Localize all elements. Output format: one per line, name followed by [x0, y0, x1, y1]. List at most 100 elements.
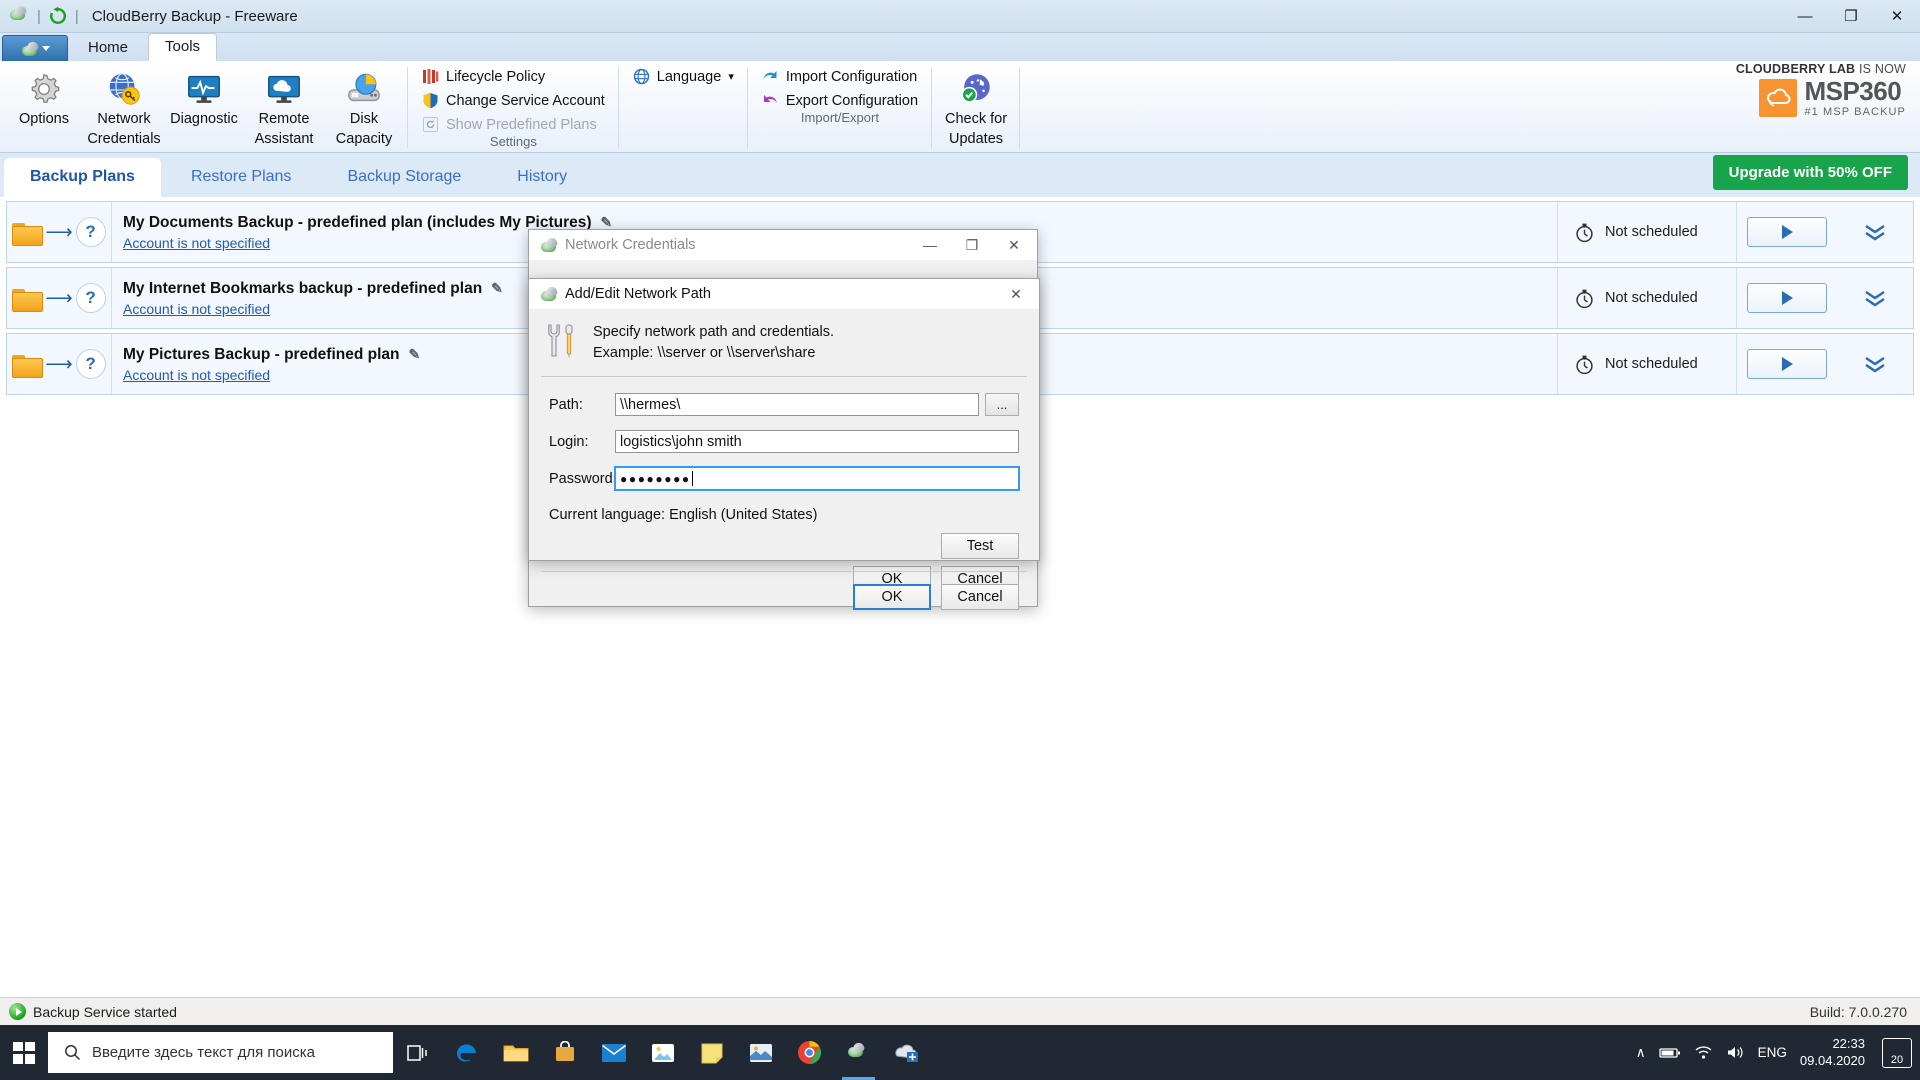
remote-assistant-button[interactable]: Remote Assistant	[244, 66, 324, 151]
ribbon-tab-tools[interactable]: Tools	[148, 33, 218, 61]
pencil-icon[interactable]: ✎	[408, 346, 420, 363]
title-separator: |	[37, 7, 41, 25]
file-explorer-icon[interactable]	[491, 1025, 540, 1080]
schedule-text: Not scheduled	[1605, 224, 1698, 240]
import-configuration-label: Import Configuration	[785, 68, 918, 85]
screenshot-tool-icon[interactable]	[736, 1025, 785, 1080]
ribbon-group-main: Options Network Credentials Diagnostic R…	[0, 61, 408, 166]
login-input[interactable]: logistics\john smith	[615, 430, 1019, 454]
export-configuration-button[interactable]: Export Configuration	[758, 91, 922, 110]
diagnostic-button[interactable]: Diagnostic	[164, 66, 244, 132]
disk-pie-icon	[348, 73, 380, 102]
network-credentials-close-button[interactable]: ✕	[993, 231, 1035, 260]
export-configuration-label: Export Configuration	[785, 92, 919, 109]
plan-icons: ⟶ ?	[7, 268, 112, 328]
status-message: Backup Service started	[33, 1003, 177, 1020]
network-credentials-title: Network Credentials	[565, 237, 696, 253]
add-path-description: Specify network path and credentials. Ex…	[593, 322, 834, 364]
network-credentials-button[interactable]: Network Credentials	[84, 66, 164, 151]
arrow-right-icon: ⟶	[45, 287, 73, 309]
play-icon	[1781, 291, 1793, 305]
add-path-footer: OK Cancel	[529, 572, 1039, 611]
maximize-button[interactable]: ❐	[1828, 0, 1874, 33]
refresh-icon[interactable]	[48, 6, 68, 26]
task-view-icon[interactable]	[393, 1025, 442, 1080]
password-label: Password:	[549, 470, 617, 487]
path-input[interactable]: \\hermes\	[615, 393, 979, 417]
lifecycle-icon	[423, 69, 439, 84]
mail-icon[interactable]	[589, 1025, 638, 1080]
edge-icon[interactable]	[442, 1025, 491, 1080]
run-plan-button[interactable]	[1747, 283, 1827, 313]
add-path-ok-button[interactable]: OK	[853, 584, 931, 611]
lifecycle-policy-button[interactable]: Lifecycle Policy	[418, 67, 609, 86]
run-plan-button[interactable]	[1747, 217, 1827, 247]
plan-title: My Internet Bookmarks backup - predefine…	[123, 279, 483, 297]
ribbon-tab-home[interactable]: Home	[72, 35, 144, 61]
expand-plan-button[interactable]	[1837, 202, 1913, 262]
options-button[interactable]: Options	[4, 66, 84, 132]
pencil-icon[interactable]: ✎	[491, 280, 503, 297]
schedule-text: Not scheduled	[1605, 356, 1698, 372]
cbb-secondary-icon[interactable]	[883, 1025, 932, 1080]
change-service-account-button[interactable]: Change Service Account	[418, 91, 609, 110]
browse-button[interactable]: ...	[985, 393, 1019, 417]
disk-capacity-button[interactable]: Disk Capacity	[324, 66, 404, 151]
chevron-double-down-icon	[1865, 357, 1885, 373]
sticky-notes-icon[interactable]	[687, 1025, 736, 1080]
tab-history[interactable]: History	[491, 158, 593, 197]
network-credentials-minimize-button[interactable]: —	[909, 231, 951, 260]
plan-schedule: Not scheduled	[1557, 334, 1737, 394]
microsoft-store-icon[interactable]	[540, 1025, 589, 1080]
network-credentials-label-2: Credentials	[87, 130, 161, 147]
show-predefined-plans-label: Show Predefined Plans	[446, 116, 597, 133]
account-link[interactable]: Account is not specified	[123, 367, 270, 383]
add-path-close-button[interactable]: ✕	[995, 280, 1037, 309]
play-icon	[1781, 357, 1793, 371]
minimize-button[interactable]: —	[1782, 0, 1828, 33]
search-placeholder: Введите здесь текст для поиска	[92, 1044, 315, 1061]
language-group-label	[623, 86, 744, 89]
chrome-icon[interactable]	[785, 1025, 834, 1080]
change-service-account-label: Change Service Account	[446, 92, 605, 109]
ribbon: Options Network Credentials Diagnostic R…	[0, 61, 1920, 166]
windows-start-icon[interactable]	[0, 1025, 48, 1080]
expand-plan-button[interactable]	[1837, 334, 1913, 394]
battery-icon[interactable]	[1659, 1046, 1681, 1060]
close-button[interactable]: ✕	[1874, 0, 1920, 33]
system-tray: ∧ ENG 22:33 09.04.2020 20	[1636, 1036, 1920, 1069]
chevron-down-icon: ▾	[728, 71, 734, 83]
cloudberry-icon	[539, 286, 557, 302]
tab-backup-storage[interactable]: Backup Storage	[321, 158, 487, 197]
search-input[interactable]: Введите здесь текст для поиска	[48, 1032, 393, 1073]
tray-clock[interactable]: 22:33 09.04.2020	[1800, 1036, 1865, 1069]
test-button[interactable]: Test	[941, 533, 1019, 560]
wifi-icon[interactable]	[1694, 1045, 1713, 1060]
tab-restore-plans[interactable]: Restore Plans	[165, 158, 318, 197]
schedule-text: Not scheduled	[1605, 290, 1698, 306]
add-path-cancel-button[interactable]: Cancel	[941, 584, 1019, 611]
network-credentials-maximize-button[interactable]: ❐	[951, 231, 993, 260]
app-menu-button[interactable]	[2, 35, 68, 61]
stopwatch-icon	[1576, 289, 1593, 308]
upgrade-button[interactable]: Upgrade with 50% OFF	[1712, 155, 1908, 190]
import-export-group-label: Import/Export	[800, 110, 879, 125]
check-for-updates-button[interactable]: Check for Updates	[936, 66, 1016, 151]
add-path-description-line2: Example: \\server or \\server\share	[593, 345, 816, 362]
tab-backup-plans[interactable]: Backup Plans	[4, 158, 161, 197]
expand-plan-button[interactable]	[1837, 268, 1913, 328]
account-link[interactable]: Account is not specified	[123, 301, 270, 317]
cloudberry-taskbar-icon[interactable]	[834, 1025, 883, 1080]
password-input[interactable]: ●●●●●●●●	[614, 466, 1020, 492]
cloudberry-icon	[539, 237, 557, 253]
ribbon-group-update: Check for Updates Update	[932, 61, 1021, 166]
tray-expand-chevron-icon[interactable]: ∧	[1636, 1045, 1646, 1061]
language-button[interactable]: Language ▾	[629, 67, 738, 86]
photos-icon[interactable]	[638, 1025, 687, 1080]
account-link[interactable]: Account is not specified	[123, 235, 270, 251]
notification-center-icon[interactable]: 20	[1882, 1037, 1912, 1068]
import-configuration-button[interactable]: Import Configuration	[758, 67, 922, 86]
tray-language[interactable]: ENG	[1758, 1045, 1787, 1060]
run-plan-button[interactable]	[1747, 349, 1827, 379]
volume-icon[interactable]	[1726, 1045, 1745, 1060]
